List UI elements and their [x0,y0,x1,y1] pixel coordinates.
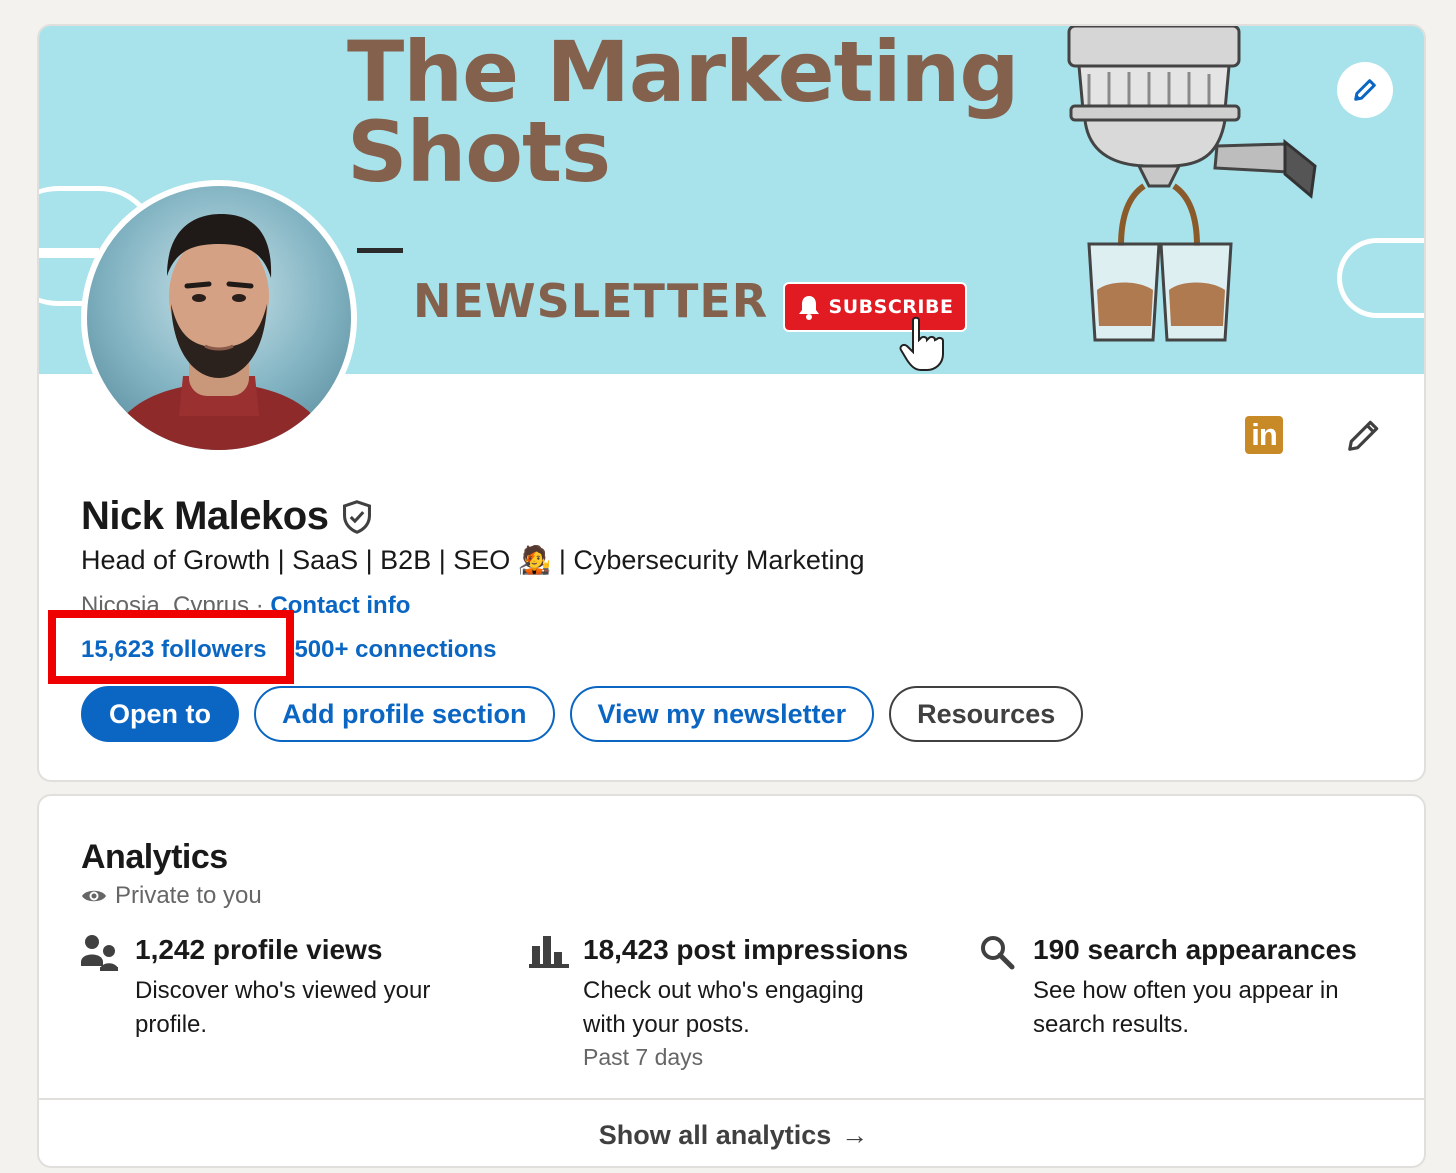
profile-views-description: Discover who's viewed your profile. [135,977,431,1038]
bar-chart-icon [529,936,569,968]
view-newsletter-button[interactable]: View my newsletter [569,686,875,742]
banner-subscribe-label: SUBSCRIBE [828,296,954,318]
followers-highlight-box [48,610,294,684]
resources-button[interactable]: Resources [889,686,1084,742]
profile-card: The Marketing Shots NEWSLETTER SUBSCRIBE [37,24,1426,782]
profile-name: Nick Malekos [81,494,329,538]
profile-action-buttons: Open to Add profile section View my news… [81,686,1084,742]
post-impressions-description: Check out who's engaging with your posts… [583,977,864,1038]
edit-banner-button[interactable] [1337,62,1393,118]
arrow-right-icon: → [841,1119,869,1150]
search-icon [981,936,1015,970]
private-label: Private to you [115,882,262,909]
post-impressions-metric: 18,423 post impressions [583,934,909,965]
connections-link[interactable]: 500+ connections [294,636,496,664]
pointer-hand-icon [899,316,944,371]
search-appearances-description: See how often you appear in search resul… [1033,977,1339,1038]
profile-views-metric: 1,242 profile views [135,934,383,965]
bell-icon [798,296,819,320]
banner-title-line1: The Marketing [347,26,1019,121]
people-icon [81,935,118,971]
pencil-icon [1354,79,1376,101]
espresso-illustration [1067,26,1317,342]
banner-title: The Marketing Shots [347,26,1019,201]
show-all-analytics-label: Show all analytics [598,1119,832,1150]
edit-profile-pencil-icon[interactable] [1345,416,1383,454]
profile-photo [107,214,331,450]
profile-name-row: Nick Malekos [81,494,374,539]
search-appearances-metric: 190 search appearances [1033,934,1357,965]
profile-top-actions: in [1245,416,1383,454]
banner-decoration-left-bar [39,248,99,258]
verified-shield-icon[interactable] [340,499,374,535]
analytics-card: Analytics Private to you 1,242 profile v… [37,794,1426,1168]
profile-headline: Head of Growth | SaaS | B2B | SEO 🧑‍🎤 | … [81,545,865,575]
banner-newsletter-label: NEWSLETTER [413,274,769,328]
open-to-button[interactable]: Open to [81,686,239,742]
show-all-analytics-button[interactable]: Show all analytics → [39,1098,1424,1166]
analytics-privacy-note: Private to you [81,882,262,910]
post-impressions-period: Past 7 days [583,1044,704,1070]
eye-icon [82,890,106,902]
add-profile-section-button[interactable]: Add profile section [254,686,555,742]
analytics-title: Analytics [81,838,228,876]
banner-title-line2: Shots [347,103,611,201]
profile-avatar[interactable] [81,180,357,456]
linkedin-logo-icon[interactable]: in [1245,416,1283,454]
banner-decoration-right [1337,238,1424,318]
banner-dash [357,248,403,253]
